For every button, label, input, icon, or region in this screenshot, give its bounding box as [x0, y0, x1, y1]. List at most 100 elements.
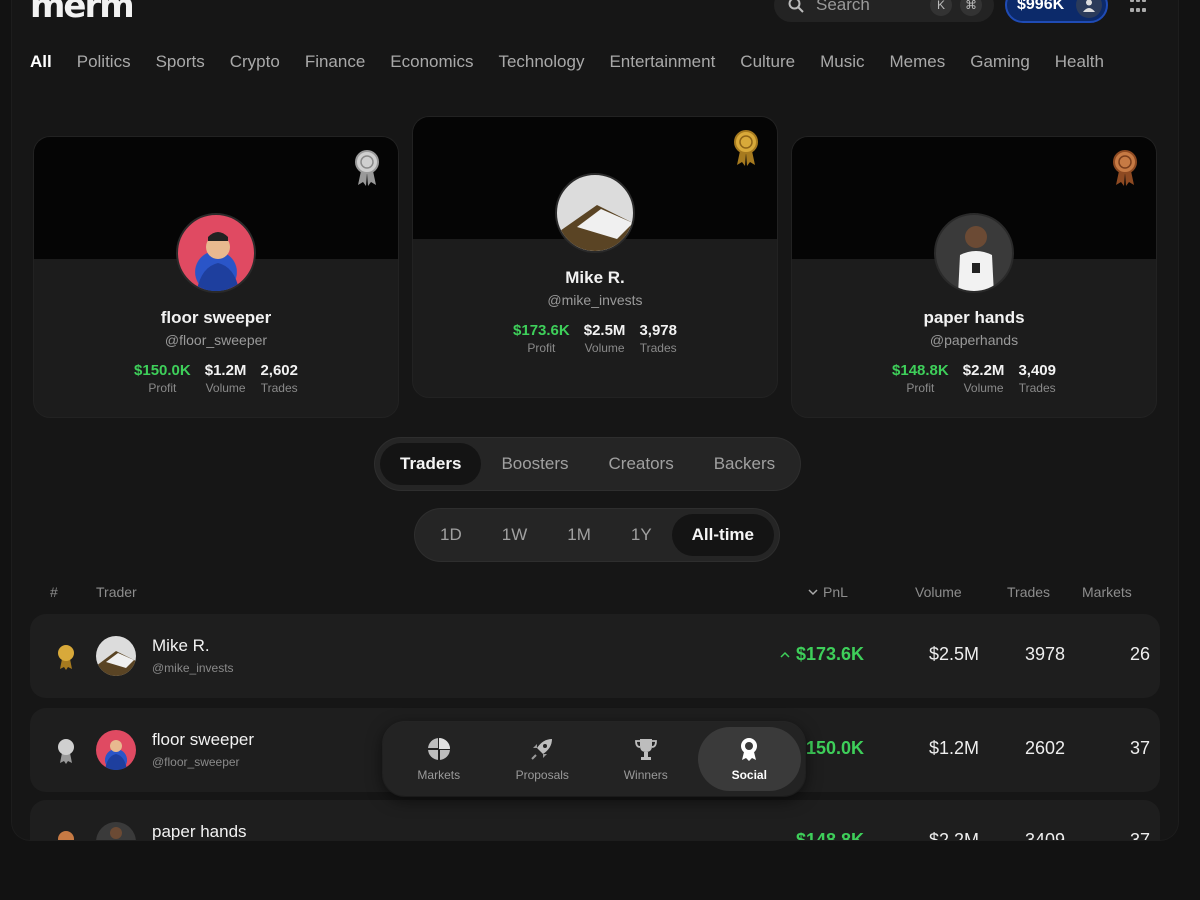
header-pnl-sort[interactable]: PnL	[808, 584, 848, 600]
trader-stats: $173.6K Profit $2.5M Volume 3,978 Trades	[413, 322, 777, 355]
apps-grid-icon[interactable]	[1130, 0, 1148, 16]
volume-value: $2.2M	[928, 830, 979, 840]
table-row[interactable]: paper hands $148.8K $2.2M 3409 37	[30, 800, 1160, 840]
pnl-value: $148.8K	[795, 830, 864, 840]
app-window: merm Search K ⌘ $996K All Politics Sport…	[12, 0, 1178, 840]
dock-social[interactable]: Social	[697, 727, 801, 791]
shortcut-key-cmd: ⌘	[960, 0, 982, 16]
table-header: # Trader PnL Volume Trades Markets	[12, 584, 1178, 604]
bottom-dock: Markets Proposals Winners Social	[383, 722, 805, 796]
gold-medal-icon	[734, 130, 758, 166]
rocket-icon	[531, 739, 553, 760]
volume-label: Volume	[963, 381, 1004, 395]
period-1w[interactable]: 1W	[482, 514, 548, 556]
trader-name: floor sweeper	[152, 730, 255, 749]
profit-label: Profit	[527, 341, 556, 355]
bronze-medal-icon	[1113, 150, 1137, 186]
period-1d[interactable]: 1D	[420, 514, 482, 556]
trader-handle: @mike_invests	[152, 661, 234, 675]
category-nav: All Politics Sports Crypto Finance Econo…	[30, 52, 1129, 72]
avatar	[96, 730, 136, 770]
tab-boosters[interactable]: Boosters	[481, 443, 588, 485]
silver-medal-icon	[58, 739, 74, 764]
pnl-value: $150.0K	[795, 738, 864, 758]
trader-name: paper hands	[152, 822, 247, 840]
period-1y[interactable]: 1Y	[611, 514, 672, 556]
gold-medal-icon	[58, 645, 74, 670]
markets-value: 37	[1129, 738, 1150, 758]
category-politics[interactable]: Politics	[77, 52, 131, 72]
category-all[interactable]: All	[30, 52, 52, 72]
category-sports[interactable]: Sports	[156, 52, 205, 72]
balance-button[interactable]: $996K	[1005, 0, 1108, 23]
profit-value: $148.8K	[892, 362, 949, 379]
profit-label: Profit	[148, 381, 177, 395]
tab-creators[interactable]: Creators	[589, 443, 694, 485]
dock-proposals[interactable]: Proposals	[491, 727, 595, 791]
dock-markets[interactable]: Markets	[387, 727, 491, 791]
profit-label: Profit	[906, 381, 935, 395]
period-1m[interactable]: 1M	[547, 514, 611, 556]
award-icon	[741, 738, 758, 761]
trades-label: Trades	[1018, 381, 1056, 395]
volume-value: $1.2M	[204, 362, 247, 379]
trades-value: 2602	[1024, 738, 1065, 758]
podium-card-third[interactable]: paper hands @paperhands $148.8K Profit $2…	[792, 137, 1156, 417]
dock-label: Markets	[417, 768, 461, 782]
table-row[interactable]: Mike R. @mike_invests $173.6K $2.5M 3978…	[30, 614, 1160, 698]
trader-stats: $150.0K Profit $1.2M Volume 2,602 Trades	[34, 362, 398, 395]
header-volume: Volume	[915, 584, 962, 600]
trades-value: 3,978	[639, 322, 677, 339]
trader-name: floor sweeper	[160, 308, 272, 327]
trader-stats: $148.8K Profit $2.2M Volume 3,409 Trades	[792, 362, 1156, 395]
search-input[interactable]: Search K ⌘	[774, 0, 994, 22]
category-gaming[interactable]: Gaming	[970, 52, 1030, 72]
profit-value: $150.0K	[134, 362, 191, 379]
trades-label: Trades	[639, 341, 677, 355]
category-technology[interactable]: Technology	[498, 52, 584, 72]
tab-traders[interactable]: Traders	[380, 443, 482, 485]
header-markets: Markets	[1082, 584, 1132, 600]
category-economics[interactable]: Economics	[390, 52, 473, 72]
category-music[interactable]: Music	[820, 52, 864, 72]
top-bar: merm Search K ⌘ $996K	[12, 0, 1178, 28]
chevron-up-icon	[780, 651, 790, 658]
markets-value: 26	[1129, 644, 1150, 664]
chevron-down-icon	[808, 589, 818, 596]
dock-winners[interactable]: Winners	[594, 727, 698, 791]
leaderboard-tabs: Traders Boosters Creators Backers	[375, 438, 801, 490]
avatar	[96, 636, 136, 676]
trader-handle: @floor_sweeper	[164, 332, 268, 348]
header-trader: Trader	[96, 584, 137, 600]
dock-label: Winners	[623, 768, 668, 782]
avatar	[934, 213, 1014, 293]
markets-icon	[427, 738, 450, 760]
header-trades: Trades	[1007, 584, 1051, 600]
bronze-medal-icon	[58, 831, 74, 840]
trades-value: 3,409	[1018, 362, 1056, 379]
volume-value: $2.5M	[928, 644, 979, 664]
category-crypto[interactable]: Crypto	[230, 52, 280, 72]
category-health[interactable]: Health	[1055, 52, 1104, 72]
category-memes[interactable]: Memes	[890, 52, 946, 72]
pnl-amount: $173.6K	[795, 644, 864, 664]
volume-value: $2.2M	[962, 362, 1005, 379]
podium-card-second[interactable]: floor sweeper @floor_sweeper $150.0K Prof…	[34, 137, 398, 417]
category-entertainment[interactable]: Entertainment	[609, 52, 715, 72]
trader-name: paper hands	[923, 308, 1025, 327]
category-culture[interactable]: Culture	[740, 52, 795, 72]
trades-label: Trades	[260, 381, 298, 395]
dock-label: Proposals	[515, 768, 569, 782]
user-icon	[1076, 0, 1102, 18]
trader-name: Mike R.	[152, 636, 210, 655]
trader-handle: @paperhands	[929, 332, 1019, 348]
podium-card-first[interactable]: Mike R. @mike_invests $173.6K Profit $2.5…	[413, 117, 777, 397]
tab-backers[interactable]: Backers	[694, 443, 795, 485]
trades-value: 3978	[1024, 644, 1065, 664]
header-pnl: PnL	[823, 584, 848, 600]
header-rank: #	[50, 584, 58, 600]
period-all-time[interactable]: All-time	[671, 514, 774, 556]
app-logo[interactable]: merm	[30, 0, 135, 26]
category-finance[interactable]: Finance	[305, 52, 365, 72]
balance-amount: $996K	[1017, 0, 1065, 13]
